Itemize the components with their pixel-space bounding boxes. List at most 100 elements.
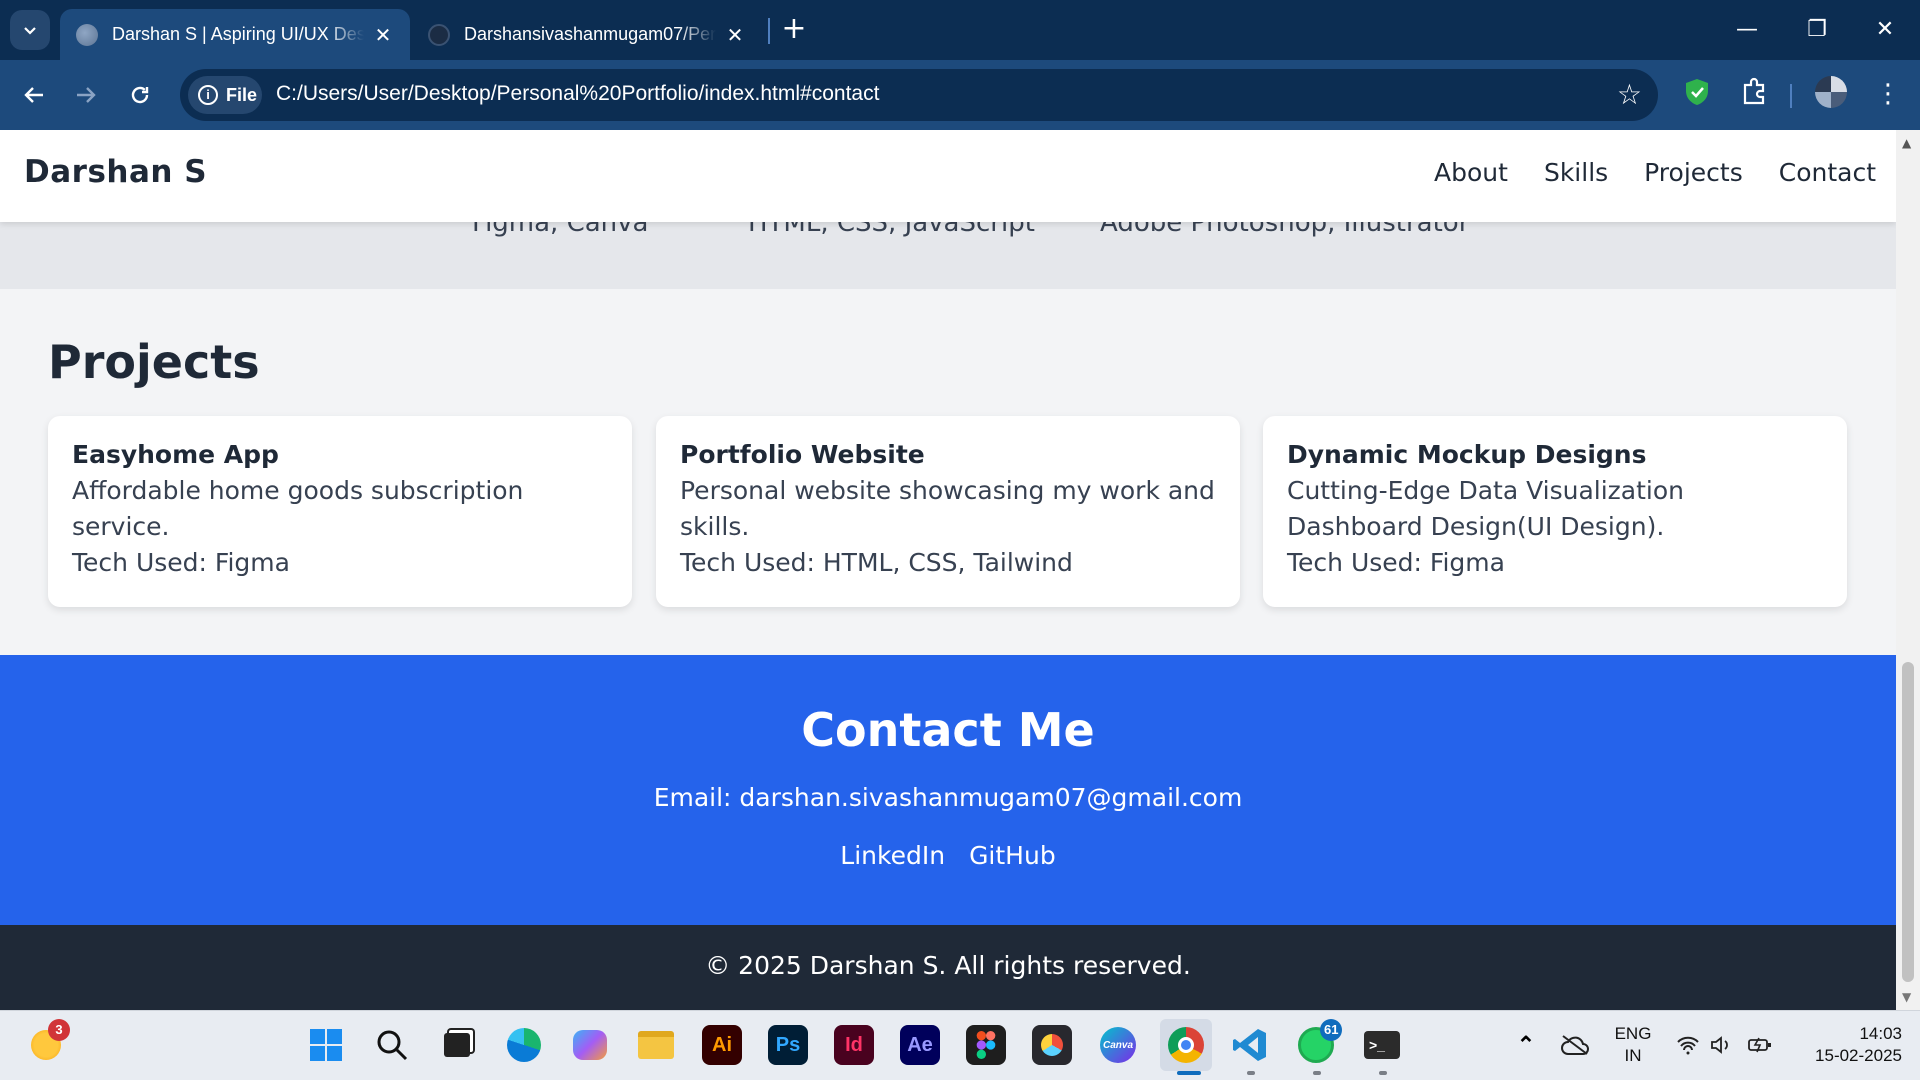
davinci-resolve-icon[interactable] [1032,1025,1072,1065]
clock-time: 14:03 [1859,1024,1902,1043]
weather-badge: 3 [48,1019,70,1041]
bookmark-star-icon[interactable]: ☆ [1617,78,1642,111]
canva-icon[interactable]: Canva [1098,1025,1138,1065]
shield-extension-icon[interactable] [1679,77,1715,113]
speaker-glyph [1711,1036,1728,1054]
clock-date: 15-02-2025 [1815,1046,1902,1065]
url-text[interactable]: C:/Users/User/Desktop/Personal%20Portfol… [276,82,879,106]
nav-link-skills[interactable]: Skills [1544,158,1608,187]
avatar-image [1815,76,1847,108]
terminal-icon[interactable]: >_ [1362,1025,1402,1065]
tab-github[interactable]: Darshansivashanmugam07/Personal-Portfoli… [412,9,762,60]
shield-icon [1686,79,1708,105]
site-logo[interactable]: Darshan S [24,154,207,190]
photoshop-icon[interactable]: Ps [768,1025,808,1065]
project-title: Easyhome App [72,440,279,469]
github-link[interactable]: GitHub [969,841,1056,870]
task-view-glyph [444,1033,470,1057]
back-button[interactable] [12,73,56,117]
nav-link-about[interactable]: About [1434,158,1508,187]
tab-title: Darshan S | Aspiring UI/UX Designer [112,24,364,44]
close-tab-icon[interactable]: ✕ [724,23,746,47]
copilot-icon[interactable] [570,1025,610,1065]
scrollbar-thumb[interactable] [1902,662,1914,982]
task-view-icon[interactable] [437,1025,477,1065]
contact-links: LinkedIn GitHub [0,841,1896,870]
project-card: Dynamic Mockup Designs Cutting-Edge Data… [1263,416,1847,607]
windows-start-icon[interactable] [306,1025,346,1065]
chrome-logo [1168,1027,1204,1063]
terminal-glyph: >_ [1364,1031,1400,1059]
nav-link-projects[interactable]: Projects [1644,158,1743,187]
toolbar-divider [1790,84,1792,108]
figma-logo [976,1031,996,1059]
windows-logo-icon [310,1029,342,1061]
site-info-chip[interactable]: i File [188,76,262,114]
file-explorer-icon[interactable] [636,1025,676,1065]
running-indicator [1247,1071,1255,1075]
search-icon[interactable] [372,1025,412,1065]
reload-icon [131,86,149,104]
tab-separator [768,18,770,44]
menu-kebab-icon[interactable]: ⋮ [1870,77,1906,113]
minimize-button[interactable]: — [1722,10,1772,50]
contact-email: Email: darshan.sivashanmugam07@gmail.com [653,783,1243,812]
vscode-icon[interactable] [1230,1025,1270,1065]
project-description: Cutting-Edge Data Visualization Dashboar… [1287,476,1684,541]
magnifier-icon [377,1030,408,1061]
forward-button[interactable] [64,73,108,117]
projects-heading: Projects [48,335,260,389]
after-effects-icon[interactable]: Ae [900,1025,940,1065]
illustrator-icon[interactable]: Ai [702,1025,742,1065]
tab-portfolio[interactable]: Darshan S | Aspiring UI/UX Designer ✕ [60,9,410,60]
arrow-left-icon [24,87,43,103]
puzzle-icon [1743,77,1765,105]
nav-link-contact[interactable]: Contact [1779,158,1876,187]
copilot-logo [573,1030,607,1060]
file-label: File [226,84,258,105]
globe-icon [76,23,98,46]
new-tab-button[interactable]: + [776,12,812,48]
onedrive-icon[interactable] [1555,1025,1595,1065]
whatsapp-badge: 61 [1320,1019,1343,1041]
page-scrollbar[interactable]: ▲ ▼ [1896,130,1920,1010]
contact-section: Contact Me Email: darshan.sivashanmugam0… [0,655,1896,925]
project-title: Dynamic Mockup Designs [1287,440,1647,469]
arrow-right-icon [77,87,96,103]
battery-glyph [1748,1037,1771,1053]
indesign-icon[interactable]: Id [834,1025,874,1065]
chrome-icon[interactable] [1160,1019,1212,1071]
site-footer: © 2025 Darshan S. All rights reserved. [0,925,1896,1010]
info-icon: i [198,85,218,105]
tab-search-button[interactable] [10,10,50,50]
reload-button[interactable] [118,73,162,117]
active-indicator [1177,1071,1201,1075]
github-icon [428,23,450,46]
restore-button[interactable]: ❐ [1792,10,1842,50]
linkedin-link[interactable]: LinkedIn [840,841,945,870]
address-bar[interactable]: i File C:/Users/User/Desktop/Personal%20… [180,69,1658,121]
scroll-down-arrow-icon[interactable]: ▼ [1902,990,1911,1004]
figma-icon[interactable] [966,1025,1006,1065]
clock[interactable]: 14:03 15-02-2025 [1780,1023,1910,1067]
scroll-up-arrow-icon[interactable]: ▲ [1902,136,1911,150]
profile-avatar[interactable] [1815,76,1851,112]
project-card: Easyhome App Affordable home goods subsc… [48,416,632,607]
project-tech: Tech Used: Figma [1287,548,1505,577]
copyright-text: © 2025 Darshan S. All rights reserved. [705,951,1191,980]
cloud-icon [1561,1035,1589,1055]
project-tech: Tech Used: HTML, CSS, Tailwind [680,548,1073,577]
language-indicator[interactable]: ENG IN [1608,1023,1658,1067]
battery-icon[interactable] [1740,1025,1780,1065]
tab-title: Darshansivashanmugam07/Personal-Portfoli… [464,24,716,44]
chevron-up-icon[interactable]: ⌃ [1506,1025,1546,1065]
project-title: Portfolio Website [680,440,925,469]
project-description: Personal website showcasing my work and … [680,476,1215,541]
extensions-button[interactable] [1736,77,1772,113]
windows-taskbar: 3 Ai Ps Id Ae Canva 61 >_ ⌃ ENG IN 14:03… [0,1010,1920,1080]
running-indicator [1313,1071,1321,1075]
close-tab-icon[interactable]: ✕ [372,23,394,47]
close-window-button[interactable]: ✕ [1860,10,1910,50]
volume-icon[interactable] [1702,1025,1742,1065]
edge-icon[interactable] [504,1025,544,1065]
